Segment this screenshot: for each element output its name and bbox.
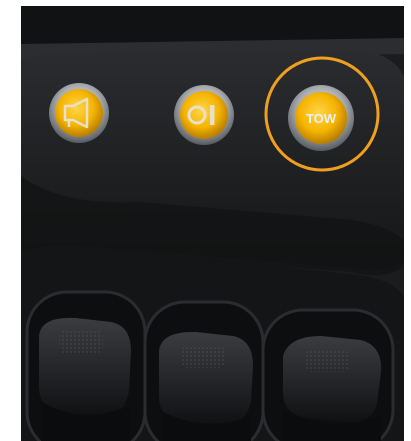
joystick-right[interactable] [261, 308, 395, 441]
horn-button[interactable] [49, 83, 109, 143]
control-panel-photo: TOW [21, 6, 404, 441]
joystick-middle[interactable] [143, 300, 265, 441]
control-panel-scene: TOW [21, 6, 404, 441]
image-frame: TOW [0, 0, 411, 441]
tow-label: TOW [306, 111, 337, 126]
light-toggle-button[interactable] [174, 85, 234, 145]
joystick-left[interactable] [25, 290, 147, 441]
tow-icon: TOW [306, 111, 337, 126]
tow-button[interactable]: TOW [288, 85, 354, 151]
